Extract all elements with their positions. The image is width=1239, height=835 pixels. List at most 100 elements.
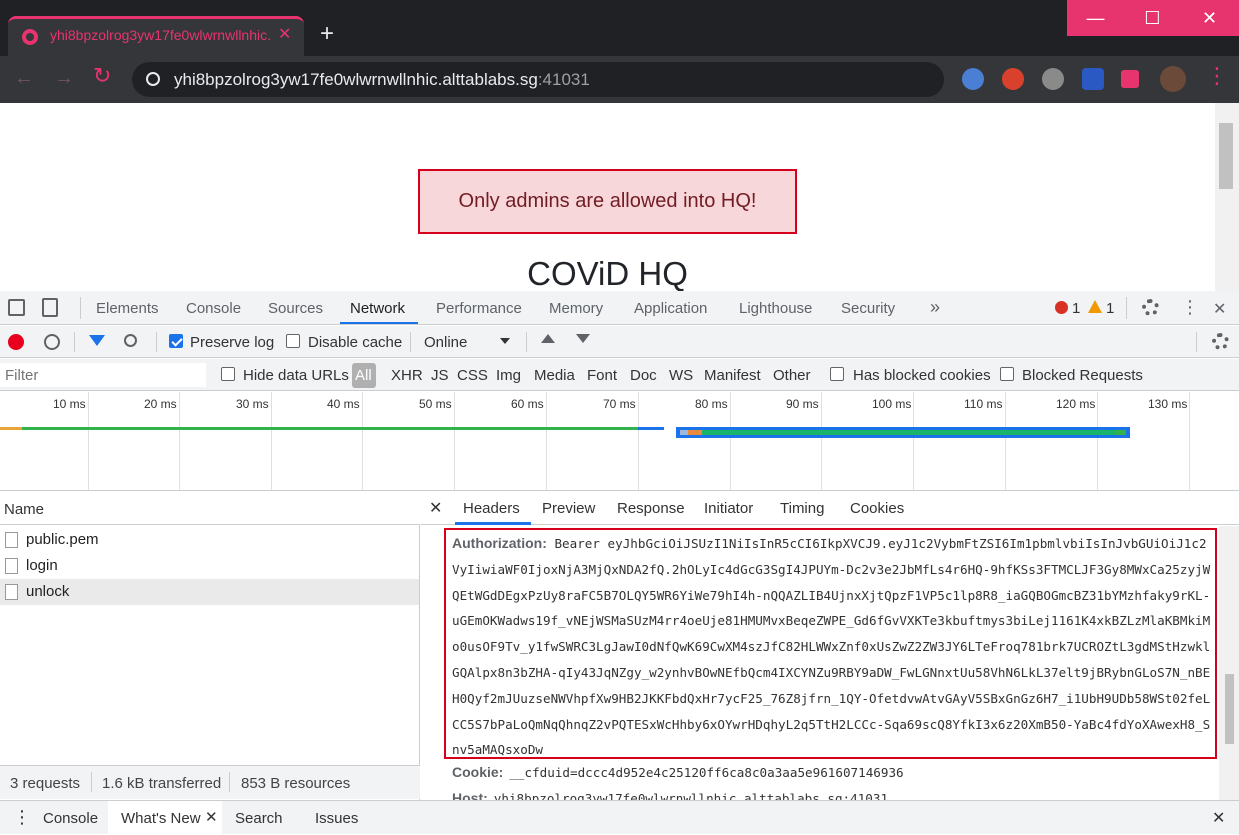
tab-elements[interactable]: Elements: [96, 300, 159, 317]
filter-icon[interactable]: [89, 335, 105, 346]
authorization-header[interactable]: Authorization: Bearer eyJhbGciOiJSUzI1Ni…: [444, 528, 1217, 759]
error-count[interactable]: 1: [1072, 300, 1080, 317]
tab-lighthouse[interactable]: Lighthouse: [739, 300, 812, 317]
has-blocked-cookies-label[interactable]: Has blocked cookies: [853, 367, 991, 384]
warning-count[interactable]: 1: [1106, 300, 1114, 317]
drawer-tab-whats-new[interactable]: What's New: [121, 810, 201, 827]
reload-button[interactable]: ↻: [93, 65, 111, 87]
url-text[interactable]: yhi8bpzolrog3yw17fe0wlwrnwllnhic.alttabl…: [174, 70, 590, 90]
export-har-icon[interactable]: [576, 334, 590, 343]
has-blocked-cookies-checkbox[interactable]: [830, 367, 844, 381]
status-divider: [229, 772, 230, 792]
profile-avatar[interactable]: [1160, 66, 1186, 92]
drawer-tab-issues[interactable]: Issues: [315, 810, 358, 827]
close-window-button[interactable]: ✕: [1181, 0, 1238, 36]
header-name: Host:: [452, 790, 488, 800]
blocked-requests-checkbox[interactable]: [1000, 367, 1014, 381]
type-filter-font[interactable]: Font: [587, 367, 617, 384]
disable-cache-checkbox[interactable]: [286, 334, 300, 348]
tab-memory[interactable]: Memory: [549, 300, 603, 317]
minimize-button[interactable]: —: [1067, 0, 1124, 36]
blocked-requests-label[interactable]: Blocked Requests: [1022, 367, 1143, 384]
browser-tab[interactable]: yhi8bpzolrog3yw17fe0wlwrnwllnhic.alttabl…: [8, 16, 304, 56]
close-devtools-icon[interactable]: ✕: [1213, 299, 1226, 319]
close-details-icon[interactable]: ✕: [429, 498, 442, 518]
network-overview[interactable]: 10 ms 20 ms 30 ms 40 ms 50 ms 60 ms 70 m…: [0, 392, 1239, 491]
close-drawer-icon[interactable]: ✕: [1212, 808, 1225, 828]
tab-close-icon[interactable]: ✕: [278, 24, 291, 44]
request-row-login[interactable]: login: [0, 553, 419, 579]
type-filter-img[interactable]: Img: [496, 367, 521, 384]
preserve-log-checkbox[interactable]: [169, 334, 183, 348]
chevron-down-icon[interactable]: [500, 338, 510, 344]
tab-console[interactable]: Console: [186, 300, 241, 317]
record-icon[interactable]: [8, 334, 24, 350]
globe-extension-icon[interactable]: [962, 68, 984, 90]
new-tab-button[interactable]: +: [320, 22, 334, 46]
import-har-icon[interactable]: [541, 334, 555, 343]
grid-line: [1189, 392, 1190, 490]
close-whats-new-icon[interactable]: ✕: [205, 808, 218, 826]
puzzle-extensions-icon[interactable]: [1121, 70, 1139, 88]
type-filter-other[interactable]: Other: [773, 367, 811, 384]
inspect-element-icon[interactable]: [8, 299, 25, 316]
tab-initiator[interactable]: Initiator: [704, 500, 753, 517]
name-column-header[interactable]: Name: [4, 501, 44, 518]
tab-performance[interactable]: Performance: [436, 300, 522, 317]
network-settings-icon[interactable]: [1212, 333, 1229, 350]
browser-menu-icon[interactable]: ⋮: [1206, 65, 1228, 87]
authorization-token[interactable]: Bearer eyJhbGciOiJSUzI1NiIsInR5cCI6IkpXV…: [452, 536, 1210, 757]
type-filter-all[interactable]: All: [355, 367, 372, 384]
clear-icon[interactable]: [44, 334, 60, 350]
santa-extension-icon[interactable]: [1002, 68, 1024, 90]
page-scrollbar[interactable]: [1215, 103, 1239, 291]
tab-security[interactable]: Security: [841, 300, 895, 317]
bitwarden-extension-icon[interactable]: [1082, 68, 1104, 90]
drawer-tab-console[interactable]: Console: [43, 810, 98, 827]
hide-data-urls-label[interactable]: Hide data URLs: [243, 367, 349, 384]
filter-input[interactable]: [0, 363, 206, 387]
page-scrollbar-thumb[interactable]: [1219, 123, 1233, 189]
type-filter-doc[interactable]: Doc: [630, 367, 657, 384]
tab-headers[interactable]: Headers: [463, 500, 520, 517]
more-tabs-button[interactable]: »: [930, 297, 940, 318]
tab-application[interactable]: Application: [634, 300, 707, 317]
type-filter-media[interactable]: Media: [534, 367, 575, 384]
host-header[interactable]: Host: yhi8bpzolrog3yw17fe0wlwrnwllnhic.al…: [452, 790, 888, 800]
address-bar[interactable]: yhi8bpzolrog3yw17fe0wlwrnwllnhic.alttabl…: [132, 62, 944, 97]
hide-data-urls-checkbox[interactable]: [221, 367, 235, 381]
device-toolbar-icon[interactable]: [42, 298, 58, 317]
warning-icon[interactable]: [1088, 300, 1102, 313]
type-filter-css[interactable]: CSS: [457, 367, 488, 384]
forward-button[interactable]: →: [54, 68, 74, 88]
throttling-select[interactable]: Online: [424, 334, 467, 351]
type-filter-xhr[interactable]: XHR: [391, 367, 423, 384]
tab-timing[interactable]: Timing: [780, 500, 824, 517]
tab-sources[interactable]: Sources: [268, 300, 323, 317]
disable-cache-label[interactable]: Disable cache: [308, 334, 402, 351]
type-filter-manifest[interactable]: Manifest: [704, 367, 761, 384]
cookie-header[interactable]: Cookie: __cfduid=dccc4d952e4c25120ff6ca8c…: [452, 764, 904, 780]
gear-extension-icon[interactable]: [1042, 68, 1064, 90]
preserve-log-label[interactable]: Preserve log: [190, 334, 274, 351]
site-info-icon[interactable]: [146, 72, 160, 86]
request-row-public-pem[interactable]: public.pem: [0, 527, 419, 553]
drawer-tab-search[interactable]: Search: [235, 810, 283, 827]
back-button[interactable]: ←: [14, 68, 34, 88]
search-icon[interactable]: [124, 334, 137, 347]
grid-line: [546, 392, 547, 490]
error-icon[interactable]: [1055, 301, 1068, 314]
settings-gear-icon[interactable]: [1142, 299, 1159, 316]
maximize-button[interactable]: ☐: [1124, 0, 1181, 36]
tab-preview[interactable]: Preview: [542, 500, 595, 517]
drawer-menu-icon[interactable]: ⋮: [13, 807, 31, 828]
type-filter-js[interactable]: JS: [431, 367, 449, 384]
tab-network[interactable]: Network: [350, 300, 405, 317]
type-filter-ws[interactable]: WS: [669, 367, 693, 384]
details-scrollbar-thumb[interactable]: [1225, 674, 1234, 744]
tab-cookies[interactable]: Cookies: [850, 500, 904, 517]
tab-response[interactable]: Response: [617, 500, 685, 517]
request-row-unlock[interactable]: unlock: [0, 579, 419, 605]
details-scrollbar[interactable]: [1219, 526, 1239, 800]
devtools-menu-icon[interactable]: ⋮: [1181, 297, 1199, 318]
